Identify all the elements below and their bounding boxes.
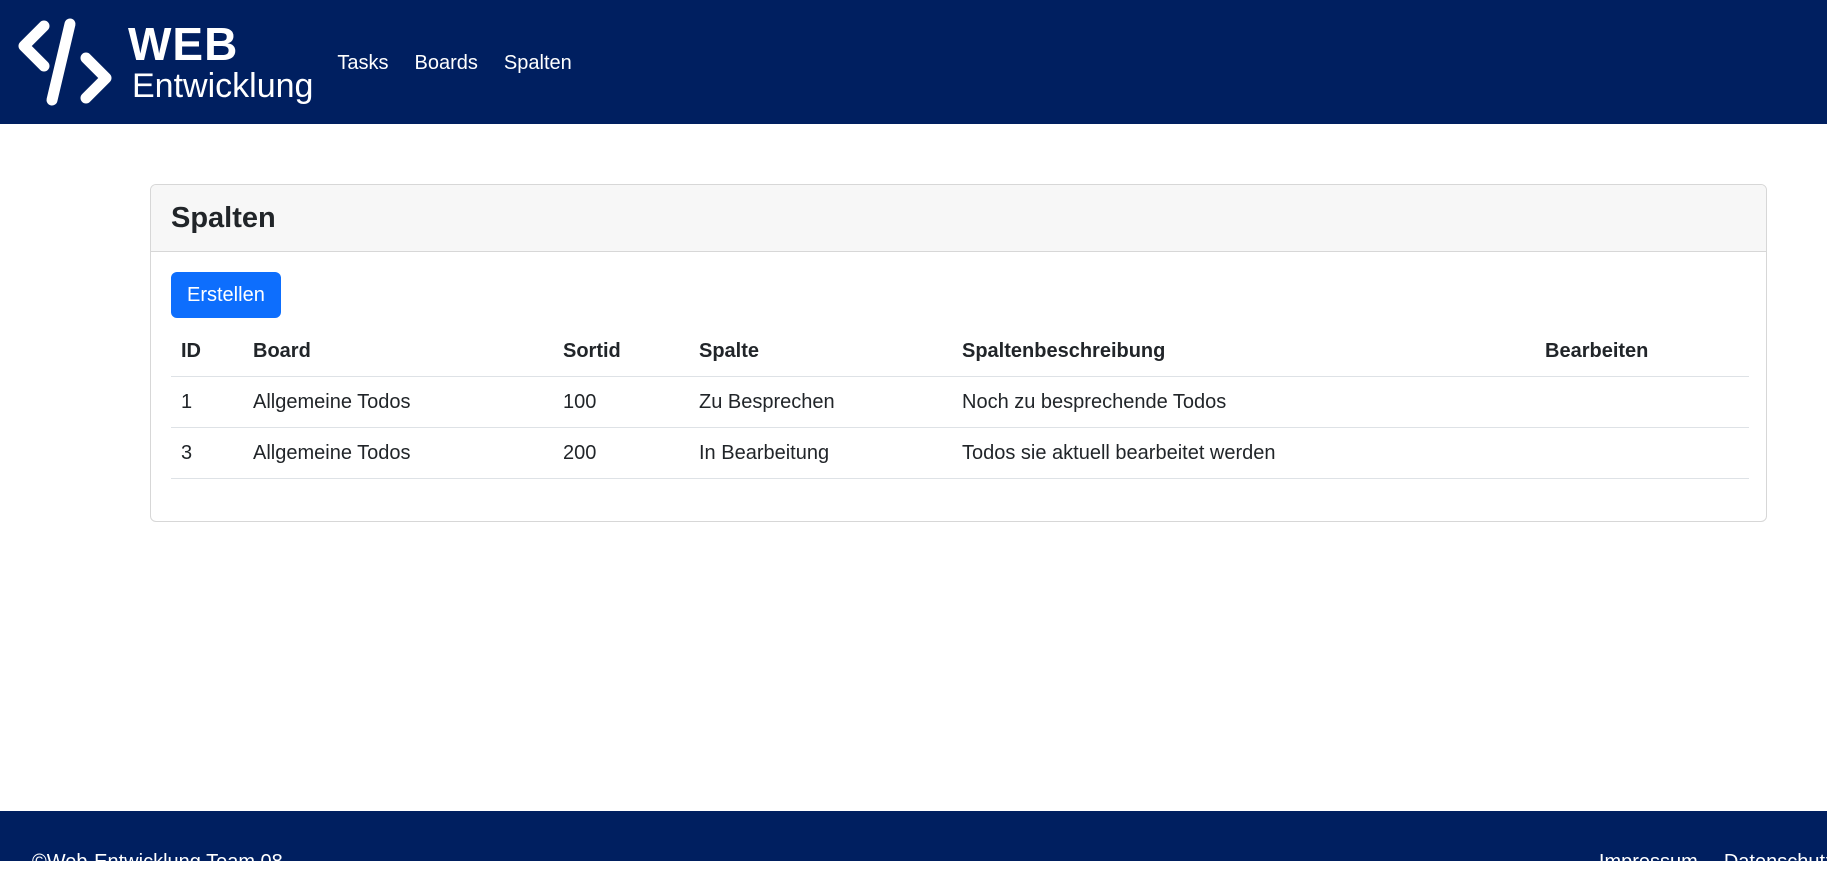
card-body: Erstellen ID Board Sortid Spalte Spalten… <box>151 252 1766 479</box>
brand-title: WEB <box>128 18 239 70</box>
header-id: ID <box>171 326 243 377</box>
brand-logo[interactable]: WEB Entwicklung <box>18 16 313 108</box>
cell-sortid: 200 <box>553 427 689 479</box>
footer-copyright: ©Web-Entwicklung Team 08 <box>32 851 283 873</box>
cell-id: 3 <box>171 427 243 479</box>
cell-sortid: 100 <box>553 376 689 428</box>
footer-link-impressum[interactable]: Impressum <box>1599 851 1698 874</box>
card-header: Spalten <box>151 185 1766 252</box>
cell-beschreibung: Noch zu besprechende Todos <box>952 376 1535 428</box>
header-board: Board <box>243 326 553 377</box>
cell-beschreibung: Todos sie aktuell bearbeitet werden <box>952 427 1535 479</box>
header-bearbeiten: Bearbeiten <box>1535 326 1749 377</box>
table-row: 3 Allgemeine Todos 200 In Bearbeitung To… <box>171 427 1749 479</box>
header-spaltenbeschreibung: Spaltenbeschreibung <box>952 326 1535 377</box>
top-navbar: WEB Entwicklung Tasks Boards Spalten <box>0 0 1827 124</box>
cell-id: 1 <box>171 376 243 428</box>
brand-subtitle: Entwicklung <box>132 67 314 105</box>
nav-link-boards[interactable]: Boards <box>415 52 478 75</box>
cell-board: Allgemeine Todos <box>243 376 553 428</box>
nav-link-tasks[interactable]: Tasks <box>337 52 388 75</box>
spalten-card: Spalten Erstellen ID Board Sortid Spalte… <box>150 184 1767 522</box>
cell-spalte: In Bearbeitung <box>689 427 952 479</box>
footer-links: Impressum Datenschutz <box>1573 851 1827 874</box>
cell-bearbeiten <box>1535 376 1749 428</box>
code-brackets-icon <box>18 18 112 106</box>
cell-board: Allgemeine Todos <box>243 427 553 479</box>
nav-link-spalten[interactable]: Spalten <box>504 52 572 75</box>
header-sortid: Sortid <box>553 326 689 377</box>
header-spalte: Spalte <box>689 326 952 377</box>
main-nav: Tasks Boards Spalten <box>337 52 597 75</box>
table-row: 1 Allgemeine Todos 100 Zu Besprechen Noc… <box>171 376 1749 428</box>
page-title: Spalten <box>171 201 276 234</box>
table-header-row: ID Board Sortid Spalte Spaltenbeschreibu… <box>171 326 1749 377</box>
cell-bearbeiten <box>1535 427 1749 479</box>
spalten-table: ID Board Sortid Spalte Spaltenbeschreibu… <box>171 326 1749 479</box>
create-button[interactable]: Erstellen <box>171 272 281 318</box>
footer-link-datenschutz[interactable]: Datenschutz <box>1724 851 1827 874</box>
cell-spalte: Zu Besprechen <box>689 376 952 428</box>
page-footer: ©Web-Entwicklung Team 08 Impressum Daten… <box>0 811 1827 873</box>
